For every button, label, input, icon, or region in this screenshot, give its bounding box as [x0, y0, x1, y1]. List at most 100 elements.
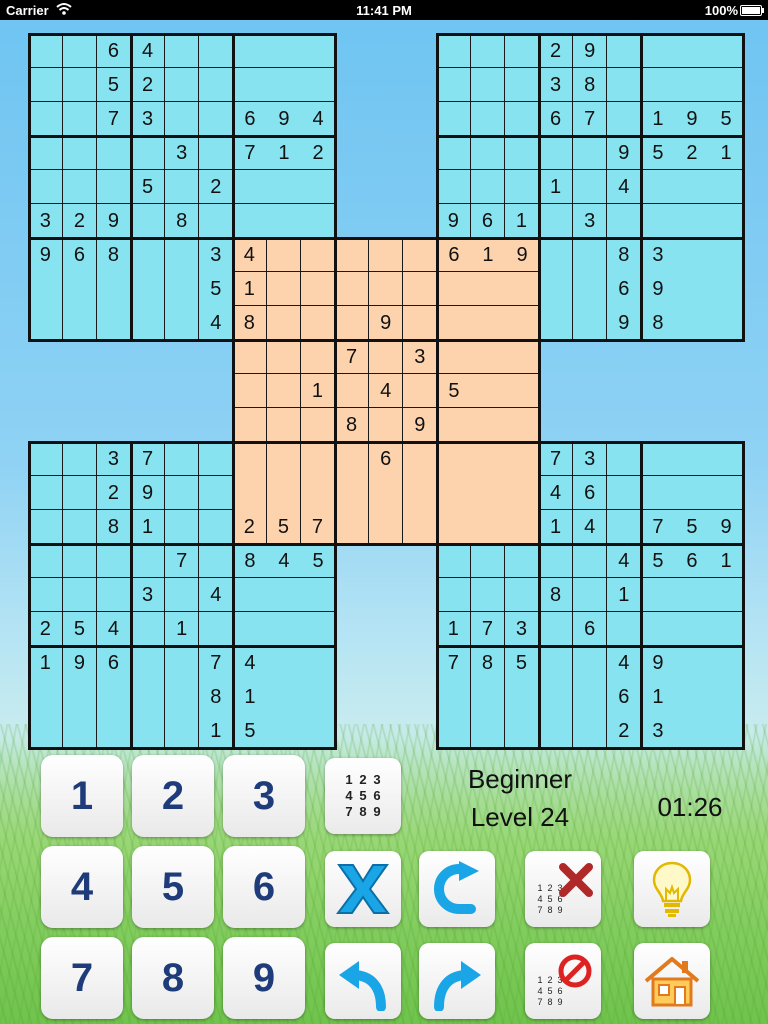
- cell-top-left-r3c9[interactable]: 4: [301, 101, 336, 137]
- cell-center-r9c1[interactable]: 2: [232, 510, 268, 545]
- cell-bottom-left-r1c2[interactable]: [62, 441, 98, 477]
- cell-top-left-r4c9[interactable]: 2: [301, 135, 336, 171]
- cell-center-r4c6[interactable]: 3: [403, 339, 438, 375]
- cell-center-r1c9[interactable]: 9: [505, 237, 540, 273]
- cell-bottom-left-r7c5[interactable]: [164, 646, 200, 681]
- cell-top-left-r4c8[interactable]: 1: [267, 135, 302, 171]
- cell-top-left-r3c6[interactable]: [199, 101, 234, 137]
- cell-top-left-r5c8[interactable]: [267, 169, 302, 205]
- cell-bottom-left-r4c7[interactable]: 8: [233, 543, 268, 579]
- cell-top-left-r8c4[interactable]: [130, 272, 166, 307]
- cell-top-left-r5c1[interactable]: [28, 169, 64, 205]
- cell-center-r7c5[interactable]: 6: [368, 442, 404, 477]
- cell-top-right-r6c2[interactable]: 6: [470, 204, 506, 239]
- cell-center-r3c1[interactable]: 8: [232, 305, 268, 341]
- cell-bottom-right-r9c4[interactable]: [538, 714, 574, 749]
- cell-center-r4c5[interactable]: [368, 339, 404, 375]
- cell-bottom-left-r7c1[interactable]: 1: [28, 646, 64, 681]
- cell-top-right-r4c1[interactable]: [436, 135, 472, 171]
- cell-center-r7c8[interactable]: [471, 442, 506, 477]
- cell-top-left-r1c6[interactable]: [199, 33, 234, 69]
- cell-top-right-r1c4[interactable]: 2: [538, 33, 574, 69]
- cell-center-r3c3[interactable]: [300, 305, 336, 341]
- digit-button-4[interactable]: 4: [41, 846, 123, 928]
- cell-top-left-r8c5[interactable]: [164, 272, 200, 307]
- cell-bottom-right-r9c2[interactable]: [470, 714, 506, 749]
- cell-bottom-right-r3c7[interactable]: 7: [641, 509, 676, 545]
- cell-top-right-r2c5[interactable]: 8: [572, 67, 608, 103]
- cell-bottom-left-r5c9[interactable]: [301, 577, 336, 613]
- cell-top-left-r2c5[interactable]: [164, 67, 200, 103]
- cell-bottom-right-r1c4[interactable]: 7: [538, 441, 574, 477]
- cell-bottom-right-r7c4[interactable]: [538, 646, 574, 681]
- cell-bottom-right-r6c5[interactable]: 6: [572, 612, 608, 647]
- cell-bottom-left-r1c4[interactable]: 7: [130, 441, 166, 477]
- cell-bottom-left-r7c4[interactable]: [130, 646, 166, 681]
- cell-center-r2c6[interactable]: [403, 271, 438, 307]
- cell-bottom-right-r1c6[interactable]: [607, 441, 642, 477]
- cell-top-right-r4c3[interactable]: [504, 135, 540, 171]
- cell-center-r1c2[interactable]: [266, 237, 302, 273]
- cell-bottom-right-r6c8[interactable]: [675, 612, 710, 647]
- cell-top-right-r1c2[interactable]: [470, 33, 506, 69]
- cell-bottom-left-r4c1[interactable]: [28, 543, 64, 579]
- cell-top-left-r7c1[interactable]: 9: [28, 238, 64, 273]
- cell-top-right-r3c2[interactable]: [470, 101, 506, 137]
- cell-bottom-right-r4c4[interactable]: [538, 543, 574, 579]
- cell-center-r8c3[interactable]: [300, 476, 336, 511]
- cell-top-right-r5c1[interactable]: [436, 169, 472, 205]
- cell-top-left-r3c2[interactable]: [62, 101, 98, 137]
- cell-bottom-left-r1c6[interactable]: [199, 441, 234, 477]
- cell-top-right-r9c8[interactable]: [675, 306, 710, 341]
- cell-top-left-r6c8[interactable]: [267, 204, 302, 239]
- cell-center-r2c9[interactable]: [505, 271, 540, 307]
- cell-bottom-right-r6c2[interactable]: 7: [470, 612, 506, 647]
- cell-top-right-r9c9[interactable]: [709, 306, 744, 341]
- cell-top-left-r6c1[interactable]: 3: [28, 204, 64, 239]
- cell-center-r7c9[interactable]: [505, 442, 540, 477]
- cell-top-right-r8c6[interactable]: 6: [607, 272, 642, 307]
- cell-bottom-left-r8c5[interactable]: [164, 680, 200, 715]
- cell-top-left-r9c4[interactable]: [130, 306, 166, 341]
- cell-bottom-left-r2c6[interactable]: [199, 475, 234, 511]
- cell-top-right-r3c7[interactable]: 1: [641, 101, 676, 137]
- cell-center-r8c5[interactable]: [368, 476, 404, 511]
- cell-top-right-r3c4[interactable]: 6: [538, 101, 574, 137]
- cell-top-right-r3c6[interactable]: [607, 101, 642, 137]
- cell-bottom-right-r1c5[interactable]: 3: [572, 441, 608, 477]
- cell-bottom-left-r6c1[interactable]: 2: [28, 612, 64, 647]
- cell-top-left-r3c8[interactable]: 9: [267, 101, 302, 137]
- cell-top-left-r1c2[interactable]: [62, 33, 98, 69]
- cell-top-right-r1c6[interactable]: [607, 33, 642, 69]
- cell-center-r3c5[interactable]: 9: [368, 305, 404, 341]
- cell-bottom-left-r5c1[interactable]: [28, 577, 64, 613]
- cell-bottom-right-r6c1[interactable]: 1: [436, 612, 472, 647]
- cell-top-left-r7c5[interactable]: [164, 238, 200, 273]
- cell-center-r5c3[interactable]: 1: [300, 373, 336, 409]
- cell-top-left-r6c9[interactable]: [301, 204, 336, 239]
- cell-center-r3c2[interactable]: [266, 305, 302, 341]
- cell-top-left-r8c1[interactable]: [28, 272, 64, 307]
- cell-top-left-r1c3[interactable]: 6: [96, 33, 132, 69]
- cell-top-right-r4c7[interactable]: 5: [641, 135, 676, 171]
- cell-bottom-left-r9c7[interactable]: 5: [233, 714, 268, 749]
- cell-bottom-right-r6c6[interactable]: [607, 612, 642, 647]
- cell-top-right-r5c2[interactable]: [470, 169, 506, 205]
- cell-bottom-left-r2c1[interactable]: [28, 475, 64, 511]
- cell-top-right-r5c8[interactable]: [675, 169, 710, 205]
- cell-bottom-left-r9c1[interactable]: [28, 714, 64, 749]
- cell-bottom-left-r2c3[interactable]: 2: [96, 475, 132, 511]
- digit-button-2[interactable]: 2: [132, 755, 214, 837]
- cell-bottom-right-r5c7[interactable]: [641, 577, 676, 613]
- cell-top-right-r9c5[interactable]: [572, 306, 608, 341]
- cell-top-left-r1c7[interactable]: [233, 33, 268, 69]
- cell-center-r3c9[interactable]: [505, 305, 540, 341]
- cell-center-r9c9[interactable]: [505, 510, 540, 545]
- cell-bottom-right-r8c5[interactable]: [572, 680, 608, 715]
- cell-bottom-right-r3c4[interactable]: 1: [538, 509, 574, 545]
- cell-top-right-r2c9[interactable]: [709, 67, 744, 103]
- cell-center-r6c8[interactable]: [471, 408, 506, 443]
- note-mode-button[interactable]: 123 456 789: [325, 758, 401, 834]
- cell-bottom-right-r8c4[interactable]: [538, 680, 574, 715]
- cell-bottom-left-r6c3[interactable]: 4: [96, 612, 132, 647]
